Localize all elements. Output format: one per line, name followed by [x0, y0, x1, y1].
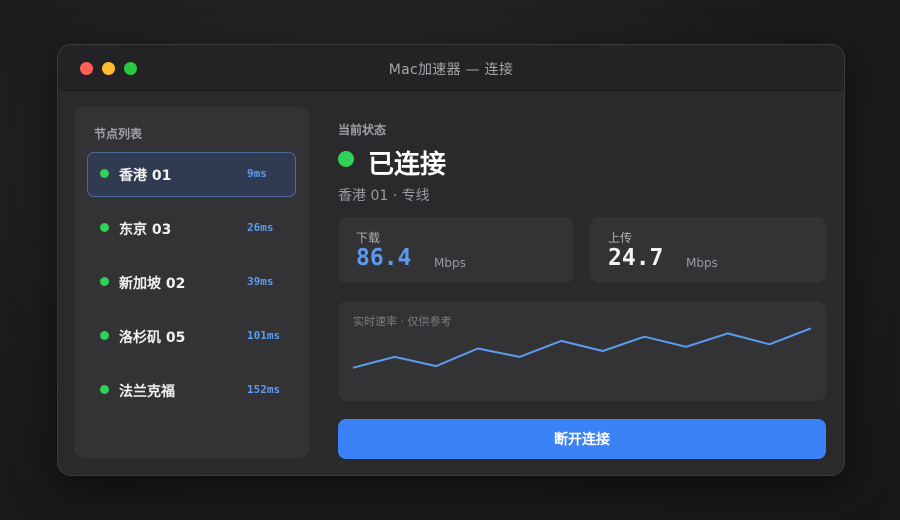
node-item-losangeles-05[interactable]: 洛杉矶 05 101ms: [87, 314, 296, 359]
download-unit: Mbps: [434, 256, 466, 270]
status-dot-icon: [100, 223, 109, 232]
node-name: 洛杉矶 05: [119, 330, 186, 346]
node-name: 法兰克福: [119, 384, 175, 400]
node-latency: 39ms: [247, 275, 274, 288]
connection-status: 已连接: [368, 150, 447, 180]
connected-dot-icon: [338, 151, 354, 167]
window-title: Mac加速器 — 连接: [388, 62, 514, 78]
disconnect-button[interactable]: 断开连接: [338, 419, 826, 459]
node-item-singapore-02[interactable]: 新加坡 02 39ms: [87, 260, 296, 305]
status-dot-icon: [100, 169, 109, 178]
status-label: 当前状态: [338, 123, 387, 137]
node-item-hongkong-01[interactable]: 香港 01 9ms: [87, 152, 296, 197]
app-window: Mac加速器 — 连接 节点列表 香港 01 9ms 东京 03 26ms 新加…: [57, 44, 845, 476]
node-name: 东京 03: [119, 222, 172, 238]
upload-unit: Mbps: [686, 256, 718, 270]
status-dot-icon: [100, 277, 109, 286]
speed-line-chart: [352, 327, 812, 369]
download-card: 下载 86.4 Mbps: [338, 217, 574, 283]
node-list-title: 节点列表: [94, 127, 143, 141]
node-item-frankfurt[interactable]: 法兰克福 152ms: [87, 368, 296, 413]
node-latency: 26ms: [247, 221, 274, 234]
download-value: 86.4: [356, 245, 412, 271]
status-dot-icon: [100, 385, 109, 394]
node-name: 新加坡 02: [119, 276, 186, 292]
node-list-panel: 节点列表 香港 01 9ms 东京 03 26ms 新加坡 02 39ms 洛杉…: [74, 107, 309, 458]
node-item-tokyo-03[interactable]: 东京 03 26ms: [87, 206, 296, 251]
download-label: 下载: [356, 231, 381, 245]
connection-detail: 香港 01 · 专线: [338, 188, 430, 204]
upload-value: 24.7: [608, 245, 664, 271]
node-name: 香港 01: [119, 168, 172, 184]
node-latency: 9ms: [247, 167, 267, 180]
node-list: 香港 01 9ms 东京 03 26ms 新加坡 02 39ms 洛杉矶 05 …: [87, 152, 296, 422]
node-latency: 152ms: [247, 383, 281, 396]
titlebar: Mac加速器 — 连接: [58, 45, 844, 91]
speed-chart: 实时速率 · 仅供参考: [338, 301, 826, 401]
upload-card: 上传 24.7 Mbps: [590, 217, 826, 283]
upload-label: 上传: [608, 231, 633, 245]
node-latency: 101ms: [247, 329, 281, 342]
speed-line: [352, 327, 812, 369]
status-dot-icon: [100, 331, 109, 340]
